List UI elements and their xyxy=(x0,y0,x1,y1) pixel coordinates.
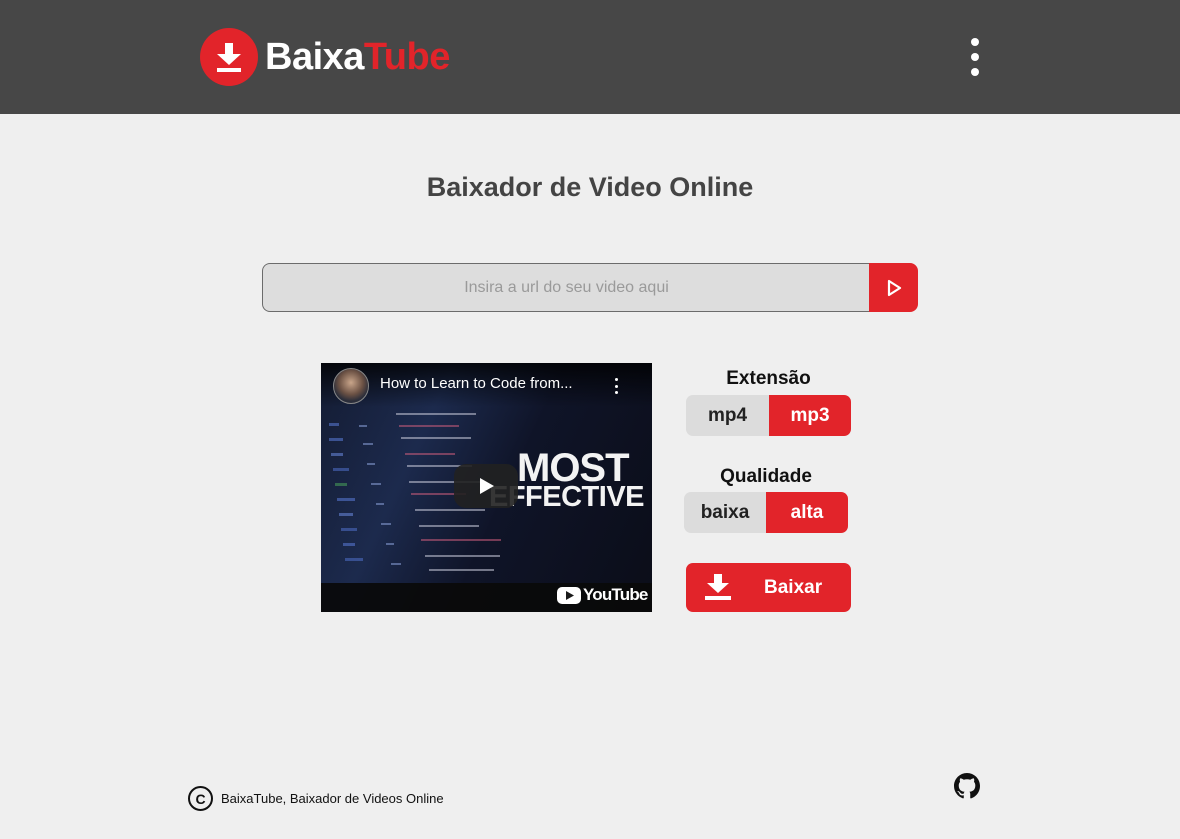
page-title: Baixador de Video Online xyxy=(426,172,754,202)
play-icon xyxy=(480,478,494,494)
download-arrow-icon xyxy=(200,28,258,86)
youtube-play-icon xyxy=(557,586,581,604)
menu-dot xyxy=(971,38,979,46)
extension-option-mp3[interactable]: mp3 xyxy=(769,395,851,436)
brand-logo[interactable]: BaixaTube xyxy=(200,28,450,86)
download-icon xyxy=(705,574,731,600)
footer-copyright: C BaixaTube, Baixador de Videos Online xyxy=(188,786,444,811)
video-more-dot xyxy=(614,378,618,381)
youtube-logo[interactable]: YouTube xyxy=(557,585,648,605)
extension-label: Extensão xyxy=(726,368,811,389)
video-preview[interactable]: How to Learn to Code from... MOST EFFECT… xyxy=(321,363,652,612)
copyright-text: BaixaTube, Baixador de Videos Online xyxy=(221,791,444,806)
github-icon[interactable] xyxy=(954,773,980,804)
video-play-button[interactable] xyxy=(454,464,518,508)
submit-url-button[interactable] xyxy=(869,263,918,312)
quality-option-baixa[interactable]: baixa xyxy=(684,492,766,533)
brand-name-part1: Baixa xyxy=(265,35,364,78)
download-button[interactable]: Baixar xyxy=(686,563,851,612)
download-button-label: Baixar xyxy=(764,577,823,598)
url-input[interactable] xyxy=(262,263,870,312)
video-title[interactable]: How to Learn to Code from... xyxy=(380,375,600,392)
video-more-dot xyxy=(614,384,618,388)
quality-label: Qualidade xyxy=(720,466,812,487)
brand-name-part2: Tube xyxy=(363,35,450,78)
copyright-icon: C xyxy=(188,786,213,811)
video-more-icon[interactable] xyxy=(613,378,619,394)
menu-dot xyxy=(971,53,979,61)
extension-option-mp4[interactable]: mp4 xyxy=(686,395,769,436)
header: BaixaTube xyxy=(0,0,1180,114)
play-triangle-icon xyxy=(887,279,901,296)
github-logo-svg xyxy=(954,773,980,799)
youtube-wordmark: YouTube xyxy=(583,585,648,604)
kebab-menu-icon[interactable] xyxy=(960,38,990,76)
quality-option-alta[interactable]: alta xyxy=(766,492,848,533)
video-more-dot xyxy=(614,391,618,394)
channel-avatar[interactable] xyxy=(333,368,369,404)
menu-dot xyxy=(971,68,979,76)
brand-name: BaixaTube xyxy=(265,36,450,79)
